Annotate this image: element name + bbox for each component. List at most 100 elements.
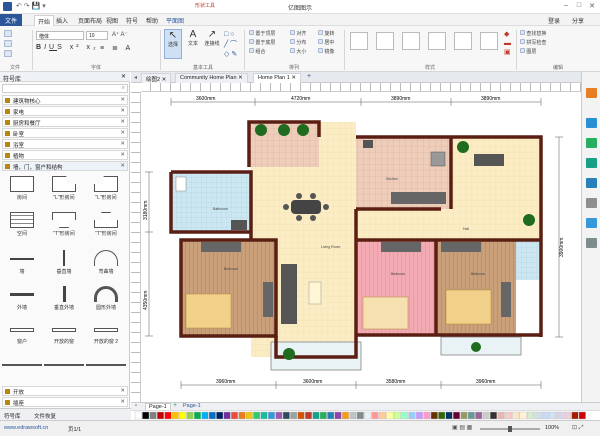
color-swatch[interactable] [142, 411, 150, 420]
library-close-icon[interactable]: ✕ [120, 388, 125, 394]
bedroom-2-dresser[interactable] [381, 242, 421, 252]
color-swatch[interactable] [297, 411, 305, 420]
library-close-icon[interactable]: ✕ [120, 119, 125, 125]
color-swatch[interactable] [275, 411, 283, 420]
color-swatch[interactable] [527, 411, 535, 420]
color-swatch[interactable] [578, 411, 586, 420]
library-search-input[interactable]: ⌕ [2, 84, 128, 93]
bed-3[interactable] [445, 289, 492, 325]
color-swatch[interactable] [253, 411, 261, 420]
font-grow-icon[interactable]: A⁺ A⁻ [112, 31, 128, 38]
color-swatch[interactable] [312, 411, 320, 420]
format-panel-icon[interactable] [586, 88, 597, 98]
library-item[interactable]: 建筑物核心 ✕ [2, 95, 128, 105]
style-swatch-2[interactable] [376, 32, 394, 50]
shape-open-window[interactable]: 开放的窗 [44, 322, 84, 345]
color-swatch[interactable] [290, 411, 298, 420]
bedroom-1-dresser[interactable] [201, 242, 241, 252]
bed-2[interactable] [362, 296, 409, 330]
shadow-icon[interactable] [586, 158, 597, 168]
text-tool-button[interactable]: A 文本 [184, 29, 202, 59]
shape-window[interactable]: 窗户 [2, 322, 42, 345]
color-swatch[interactable] [134, 411, 142, 420]
color-swatch[interactable] [230, 411, 238, 420]
font-style-buttons[interactable]: BIUS x² x₂ [36, 44, 99, 51]
color-swatch[interactable] [164, 411, 172, 420]
shape-round-exterior-wall[interactable]: 圆形外墙 [86, 286, 126, 311]
menu-file[interactable]: 文件 [0, 14, 22, 26]
color-swatch[interactable] [534, 411, 542, 420]
color-swatch[interactable] [497, 411, 505, 420]
color-swatch[interactable] [467, 411, 475, 420]
color-swatch[interactable] [504, 411, 512, 420]
new-tab-icon[interactable]: + [307, 73, 311, 80]
edit-group[interactable]: 查找替换 拼写检查 图层 [520, 30, 546, 57]
style-swatch-1[interactable] [350, 32, 368, 50]
arrange-col-1[interactable]: 置于顶层 置于底层 组合 [249, 30, 275, 57]
bedroom-3-wardrobe[interactable] [501, 282, 511, 317]
library-item[interactable]: 浴室 ✕ [2, 139, 128, 149]
layer-icon[interactable] [586, 198, 597, 208]
close-icon[interactable]: ✕ [586, 2, 598, 10]
fill-icon[interactable] [586, 118, 597, 128]
color-swatch[interactable] [149, 411, 157, 420]
drawing-canvas[interactable]: 3600mm 4720mm 3890mm 3890mm Bathroom Liv… [141, 92, 581, 402]
search-icon[interactable]: ⌕ [122, 85, 125, 92]
color-swatch[interactable] [356, 411, 364, 420]
color-swatch[interactable] [267, 411, 275, 420]
library-item[interactable]: 家电 ✕ [2, 106, 128, 116]
color-swatch[interactable] [319, 411, 327, 420]
color-swatch[interactable] [423, 411, 431, 420]
paragraph-buttons[interactable]: ≡ ≣ A [100, 44, 133, 52]
color-swatch[interactable] [401, 411, 409, 420]
balcony-2[interactable] [440, 336, 522, 356]
tab-scroll-left-icon[interactable]: ◂ [134, 74, 137, 81]
library-item-active[interactable]: 墙，门，窗户和结构 ✕ [2, 161, 128, 171]
arrange-col-3[interactable]: 旋转 居中 镜像 [318, 30, 334, 57]
shape-vertical-exterior-wall[interactable]: 垂直外墙 [44, 286, 84, 311]
shape-preview[interactable] [2, 354, 42, 366]
share-link[interactable]: 分享 [572, 16, 584, 25]
menu-help[interactable]: 帮助 [146, 16, 158, 25]
shape-space[interactable]: 空间 [2, 212, 42, 237]
color-swatch[interactable] [349, 411, 357, 420]
library-close-icon[interactable]: ✕ [120, 97, 125, 103]
zoom-slider[interactable] [480, 426, 540, 432]
shape-vertical-wall[interactable]: 垂直墙 [44, 250, 84, 275]
color-swatch[interactable] [157, 411, 165, 420]
color-swatch[interactable] [194, 411, 202, 420]
color-swatch[interactable] [304, 411, 312, 420]
library-close-icon[interactable]: ✕ [120, 152, 125, 158]
shape-l-room-2[interactable]: "L"形房间 [86, 176, 126, 201]
color-swatch[interactable] [430, 411, 438, 420]
color-swatch[interactable] [475, 411, 483, 420]
color-swatch[interactable] [260, 411, 268, 420]
color-swatch[interactable] [490, 411, 498, 420]
style-swatch-6[interactable] [480, 32, 498, 50]
shape-wall[interactable]: 墙 [2, 250, 42, 275]
fill-line-shadow-buttons[interactable]: ◆ ▬ ▣ [504, 30, 511, 57]
color-swatch[interactable] [482, 411, 490, 420]
color-swatch[interactable] [245, 411, 253, 420]
shape-open-window-2[interactable]: 开放的窗 2 [86, 322, 126, 345]
menu-home[interactable]: 开始 [34, 15, 55, 26]
coffee-table[interactable] [308, 281, 322, 305]
color-swatch[interactable] [564, 411, 572, 420]
library-item[interactable]: 卧室 ✕ [2, 128, 128, 138]
color-swatch[interactable] [201, 411, 209, 420]
library-close-icon[interactable]: ✕ [120, 141, 125, 147]
dining-counter[interactable] [474, 154, 504, 166]
toilet[interactable] [175, 176, 187, 192]
library-item[interactable]: 植物 ✕ [2, 150, 128, 160]
hall-floor[interactable] [356, 209, 541, 239]
bath-cabinet[interactable] [231, 220, 247, 230]
cut-icon[interactable] [4, 30, 12, 39]
font-name-select[interactable]: 楷体 [36, 31, 84, 40]
library-close-icon[interactable]: ✕ [120, 163, 125, 169]
shape-preview[interactable] [44, 354, 84, 366]
color-swatch[interactable] [438, 411, 446, 420]
menu-symbol[interactable]: 符号 [126, 16, 138, 25]
page-icon[interactable] [586, 218, 597, 228]
library-item[interactable]: 厨房和餐厅 ✕ [2, 117, 128, 127]
tab-file-recovery[interactable]: 文件恢复 [34, 412, 56, 420]
